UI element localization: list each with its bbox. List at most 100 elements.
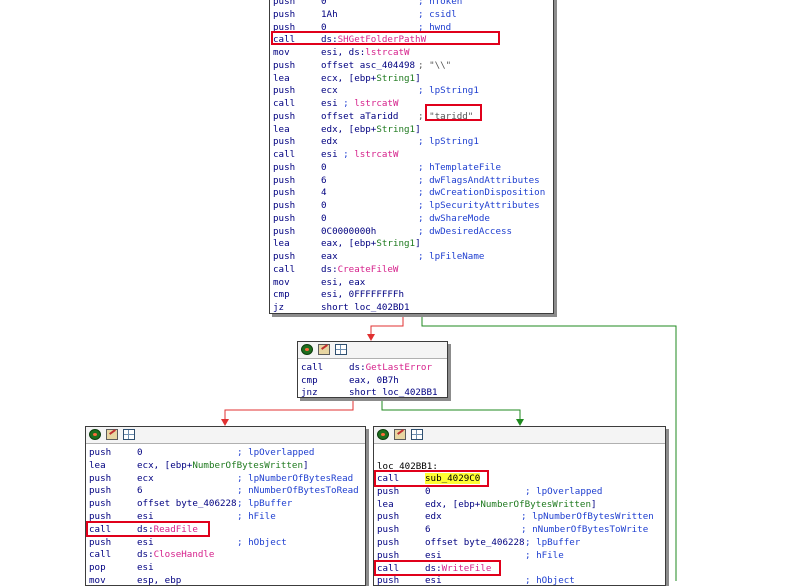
asm-line[interactable]: call esi ; lstrcatW xyxy=(273,97,553,110)
asm-operand: 6 xyxy=(137,485,143,497)
asm-line[interactable]: mov esi, eax xyxy=(273,276,553,289)
code-block-main[interactable]: push 0; hToken push 1Ah; csidl push 0; hwnd ca… xyxy=(269,0,554,314)
asm-operand: short loc_402BB1 xyxy=(349,387,438,398)
asm-line[interactable]: jnz short loc_402BB1 xyxy=(301,386,447,398)
asm-mnemonic: push xyxy=(273,251,296,262)
asm-line[interactable]: push esi ; hObject xyxy=(377,574,665,586)
asm-mnemonic: push xyxy=(89,498,112,510)
asm-mnemonic: push xyxy=(273,8,296,20)
asm-line[interactable]: call ds:CloseHandle xyxy=(89,548,365,561)
asm-operand: edx, [ebp+String1] xyxy=(321,123,421,135)
asm-mnemonic: push xyxy=(273,110,296,122)
asm-comment: ; "\\" xyxy=(418,59,452,71)
asm-line[interactable]: push esi ; hObject xyxy=(89,536,365,549)
asm-line[interactable]: call ds:GetLastError xyxy=(301,361,447,374)
asm-mnemonic: push xyxy=(273,200,296,211)
asm-mnemonic: pop xyxy=(89,562,106,574)
asm-comment: ; lpOverlapped xyxy=(237,447,315,458)
asm-operand: esi xyxy=(425,575,442,586)
asm-operand: 0 xyxy=(137,447,143,458)
edge-main-to-check xyxy=(370,314,404,336)
asm-line[interactable]: push 0 ; hTemplateFile xyxy=(273,161,553,174)
code-block-getlasterror[interactable]: call ds:GetLastError cmp eax, 0B7h jnz short … xyxy=(297,341,448,398)
edit-block-icon[interactable] xyxy=(394,429,406,440)
asm-mnemonic: mov xyxy=(89,575,106,586)
asm-line[interactable]: push 6 ; dwFlagsAndAttributes xyxy=(273,174,553,187)
asm-line[interactable]: push edx ; lpString1 xyxy=(273,135,553,148)
asm-operand: ecx xyxy=(321,85,338,97)
asm-mnemonic: call xyxy=(273,149,296,160)
asm-line[interactable]: push eax ; lpFileName xyxy=(273,250,553,263)
asm-comment: ; lpString1 xyxy=(418,136,479,148)
asm-comment: ; lpNumberOfBytesWritten xyxy=(521,511,654,523)
asm-line[interactable]: lea edx, [ebp+NumberOfBytesWritten] xyxy=(377,498,665,511)
asm-line[interactable]: call esi ; lstrcatW xyxy=(273,148,553,161)
asm-operand: eax, [ebp+String1] xyxy=(321,238,421,250)
asm-line[interactable]: push 0 ; lpSecurityAttributes xyxy=(273,199,553,212)
asm-line[interactable]: push ecx ; lpString1 xyxy=(273,84,553,97)
asm-line[interactable]: pop esi xyxy=(89,561,365,574)
code-block-readfile[interactable]: push 0 ; lpOverlapped lea ecx, [ebp+NumberOf… xyxy=(85,426,366,586)
asm-line[interactable]: cmp eax, 0B7h xyxy=(301,374,447,387)
node-grid-icon[interactable] xyxy=(335,344,347,355)
asm-line[interactable]: push 1Ah ; csidl xyxy=(273,8,553,21)
asm-mnemonic: push xyxy=(89,485,112,497)
asm-line[interactable]: lea ecx, [ebp+NumberOfBytesWritten] xyxy=(89,459,365,472)
asm-operand: 0 xyxy=(321,200,327,211)
asm-line[interactable]: push offset byte_406228; lpBuffer xyxy=(89,497,365,510)
node-grid-icon[interactable] xyxy=(123,429,135,440)
asm-operand: esp, ebp xyxy=(137,575,182,586)
asm-mnemonic: push xyxy=(273,225,296,237)
asm-line[interactable]: push offset aTaridd; "taridd" xyxy=(273,110,553,123)
asm-line[interactable]: push 4 ; dwCreationDisposition xyxy=(273,186,553,199)
edit-block-icon[interactable] xyxy=(106,429,118,440)
asm-line[interactable]: push ecx ; lpNumberOfBytesRead xyxy=(89,472,365,485)
asm-line[interactable]: push 0C0000000h ; dwDesiredAccess xyxy=(273,225,553,238)
edge-check-to-right xyxy=(381,398,521,421)
block-right-toolbar xyxy=(374,427,665,444)
asm-operand: esi xyxy=(137,536,154,548)
asm-line[interactable]: push offset asc_404498; "\\" xyxy=(273,59,553,72)
asm-comment: ; hObject xyxy=(237,536,287,548)
asm-line[interactable]: jz short loc_402BD1 xyxy=(273,301,553,313)
asm-line[interactable]: mov esi, ds:lstrcatW xyxy=(273,46,553,59)
annotation-box-shgetfolderpath xyxy=(271,31,500,45)
asm-line[interactable]: lea ecx, [ebp+String1] xyxy=(273,72,553,85)
asm-mnemonic: mov xyxy=(273,276,290,288)
graph-overview-icon[interactable] xyxy=(89,429,101,440)
asm-operand: 4 xyxy=(321,187,327,199)
asm-operand: offset byte_406228 xyxy=(425,537,525,548)
asm-operand: esi, 0FFFFFFFFh xyxy=(321,289,404,301)
code-block-writefile[interactable]: loc_402BB1: call sub_4029C0 push 0; lpOverl… xyxy=(373,426,666,586)
asm-comment: ; nNumberOfBytesToRead xyxy=(237,485,359,497)
graph-overview-icon[interactable] xyxy=(377,429,389,440)
asm-operand: ecx xyxy=(137,472,154,484)
edit-block-icon[interactable] xyxy=(318,344,330,355)
asm-line[interactable]: lea eax, [ebp+String1] xyxy=(273,237,553,250)
asm-mnemonic: lea xyxy=(273,238,290,250)
asm-comment: ; dwFlagsAndAttributes xyxy=(418,174,540,186)
asm-comment: ; lpString1 xyxy=(418,85,479,97)
asm-line[interactable]: call ds:CreateFileW xyxy=(273,263,553,276)
asm-line[interactable]: push 6 ; nNumberOfBytesToRead xyxy=(89,484,365,497)
annotation-box-writefile xyxy=(374,560,501,576)
node-grid-icon[interactable] xyxy=(411,429,423,440)
asm-operand: offset aTaridd xyxy=(321,110,399,122)
annotation-box-sub4029c0 xyxy=(374,470,489,487)
asm-line[interactable]: push edx ; lpNumberOfBytesWritten xyxy=(377,510,665,523)
graph-overview-icon[interactable] xyxy=(301,344,313,355)
asm-mnemonic: lea xyxy=(377,498,394,510)
asm-operand: ds:GetLastError xyxy=(349,362,432,373)
asm-mnemonic: push xyxy=(273,136,296,148)
asm-mnemonic: push xyxy=(273,212,296,224)
asm-line[interactable]: lea edx, [ebp+String1] xyxy=(273,123,553,136)
asm-line[interactable]: push 0 ; dwShareMode xyxy=(273,212,553,225)
asm-line[interactable]: push 0 ; lpOverlapped xyxy=(89,446,365,459)
asm-comment: ; dwDesiredAccess xyxy=(418,225,513,237)
asm-mnemonic: call xyxy=(301,362,324,373)
asm-mnemonic: lea xyxy=(273,72,290,84)
asm-line[interactable]: push offset byte_406228; lpBuffer xyxy=(377,536,665,549)
asm-line[interactable]: cmp esi, 0FFFFFFFFh xyxy=(273,288,553,301)
asm-line[interactable]: push 6 ; nNumberOfBytesToWrite xyxy=(377,523,665,536)
asm-line[interactable]: mov esp, ebp xyxy=(89,574,365,586)
